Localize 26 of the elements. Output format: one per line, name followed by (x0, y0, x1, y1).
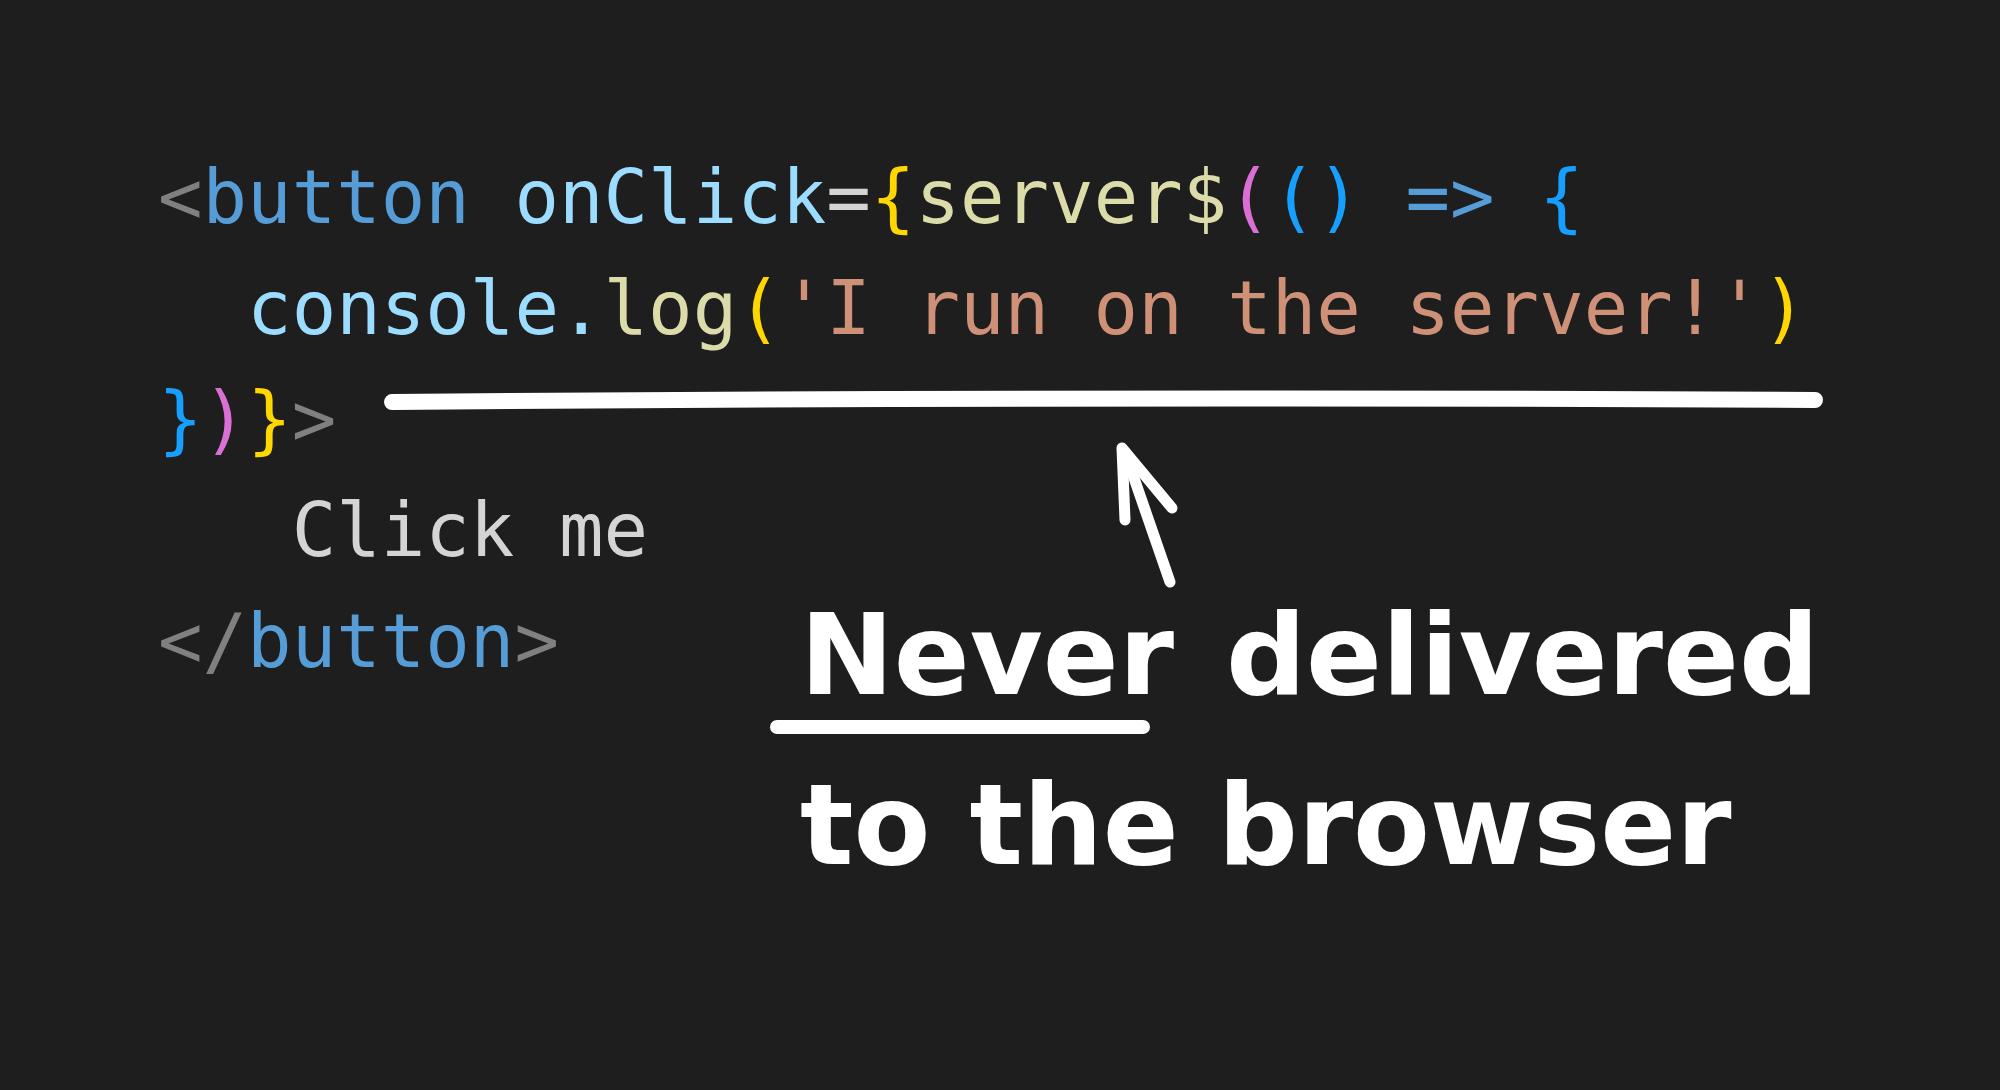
annotation-word: Never (800, 590, 1174, 720)
code-token: } (158, 376, 203, 462)
code-token: ) (1761, 265, 1807, 351)
code-token: ( (1227, 154, 1272, 240)
code-token: button (202, 154, 470, 240)
code-token: ( (737, 265, 782, 351)
code-token: 'I run on the server!' (781, 265, 1762, 351)
code-token: => (1404, 154, 1495, 240)
annotation-text: delivered (1225, 590, 1820, 720)
code-token: </ (158, 598, 248, 684)
code-token: } (247, 376, 292, 462)
code-token: Click me (290, 487, 649, 573)
code-token: > (291, 376, 337, 462)
code-token: { (1538, 154, 1584, 240)
annotation-text: to the browser (800, 760, 1732, 890)
code-token: < (158, 154, 203, 240)
code-token: ) (202, 376, 248, 462)
code-token: server$ (915, 154, 1228, 240)
code-token: () (1271, 154, 1361, 240)
code-token: button (247, 598, 515, 684)
code-token: console. (246, 265, 604, 351)
code-token: log (603, 265, 738, 351)
code-token: = (826, 154, 871, 240)
code-token: > (514, 598, 559, 684)
code-token: onClick (513, 154, 827, 240)
code-token: { (870, 154, 916, 240)
